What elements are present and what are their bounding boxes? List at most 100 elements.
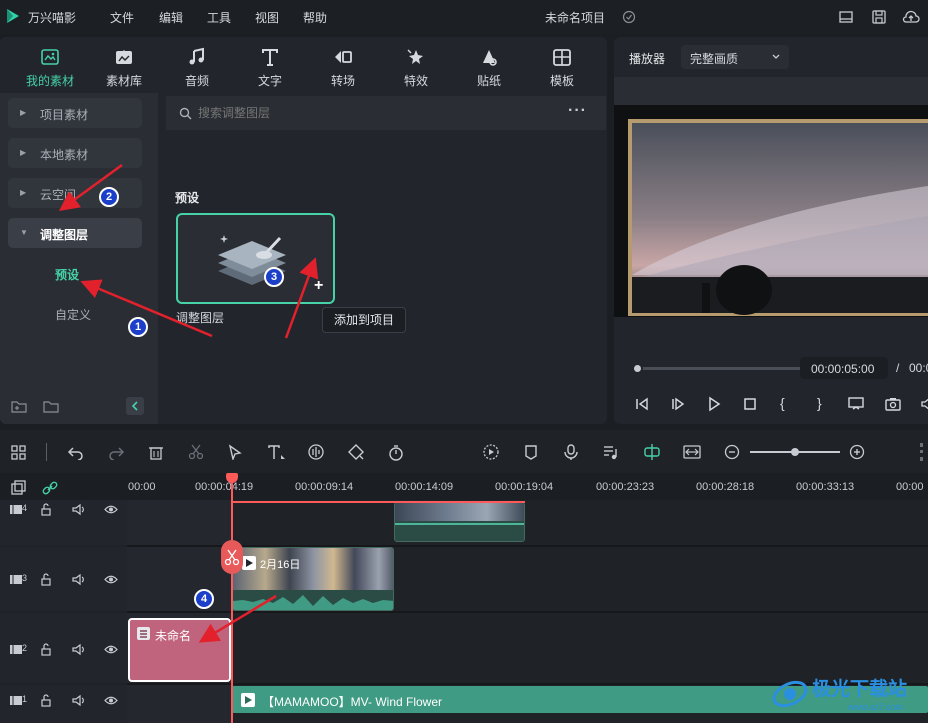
speaker-icon[interactable] [72, 643, 86, 656]
sidebar-item-label: 云空间 [40, 188, 77, 202]
mark-out-icon[interactable]: } [817, 395, 822, 411]
ruler-tick: 00:00 [896, 481, 924, 493]
next-frame-icon[interactable] [670, 396, 686, 412]
speaker-icon[interactable] [72, 573, 86, 586]
ruler-tick: 00:00 [128, 481, 156, 493]
sidebar-item-adjustment-layer[interactable]: ▼ 调整图层 [8, 218, 142, 248]
menu-help[interactable]: 帮助 [303, 9, 327, 26]
snap-magnet-icon[interactable] [642, 444, 662, 460]
tab-text[interactable]: 文字 [238, 43, 302, 93]
undo-icon[interactable] [67, 444, 85, 460]
add-track-icon[interactable] [10, 480, 26, 496]
save-icon[interactable] [871, 9, 887, 25]
playback-progress-track[interactable] [634, 367, 802, 370]
cut-icon[interactable] [187, 444, 205, 460]
menu-file[interactable]: 文件 [110, 9, 134, 26]
tab-label: 音频 [184, 74, 209, 88]
layout-icon[interactable] [838, 9, 854, 25]
annotation-badge-2: 2 [99, 187, 119, 207]
saved-check-icon [622, 10, 636, 24]
more-options-icon[interactable]: ··· [568, 102, 587, 120]
add-text-icon[interactable] [267, 444, 287, 460]
collapse-sidebar-button[interactable] [126, 397, 144, 415]
microphone-icon[interactable] [562, 444, 580, 460]
tab-sticker[interactable]: 贴纸 [457, 43, 521, 93]
crop-select-icon[interactable] [227, 444, 245, 460]
sidebar-item-project-media[interactable]: ▶ 项目素材 [8, 98, 142, 128]
total-time: 00:0 [909, 361, 928, 375]
display-settings-icon[interactable] [847, 396, 865, 412]
tab-label: 贴纸 [476, 74, 501, 88]
clip-audio-line [395, 523, 524, 525]
clip-label: 2月16日 [260, 559, 301, 571]
lock-icon[interactable] [40, 694, 52, 707]
sidebar-subitem-presets[interactable]: 预设 [55, 266, 79, 283]
watermark: 极光下载站 www.xz7.com [770, 672, 925, 720]
music-list-icon[interactable] [602, 444, 620, 460]
stop-icon[interactable] [742, 396, 758, 412]
tab-audio[interactable]: 音频 [165, 43, 229, 93]
new-folder-icon[interactable] [10, 398, 28, 414]
playhead-line[interactable] [231, 478, 233, 723]
menu-edit[interactable]: 编辑 [159, 9, 183, 26]
eye-icon[interactable] [104, 503, 118, 516]
marker-icon[interactable] [522, 444, 540, 460]
tab-my-media[interactable]: 我的素材 [18, 43, 82, 93]
sidebar-item-cloud[interactable]: ▶ 云空间 [8, 178, 142, 208]
speed-timer-icon[interactable] [387, 444, 405, 462]
fit-timeline-icon[interactable] [682, 444, 702, 460]
add-plus-icon[interactable]: + [314, 277, 323, 295]
current-time-field[interactable]: 00:00:05:00 [800, 357, 888, 379]
adjustment-layer-card[interactable]: + [176, 213, 335, 304]
eye-icon[interactable] [104, 643, 118, 656]
delete-icon[interactable] [147, 444, 165, 460]
zoom-in-icon[interactable] [849, 444, 867, 460]
lock-icon[interactable] [40, 503, 52, 516]
playback-scrubber-handle[interactable] [632, 363, 643, 374]
sidebar-subitem-custom[interactable]: 自定义 [55, 306, 91, 323]
track-4-clip[interactable] [394, 502, 525, 542]
play-icon[interactable] [706, 396, 722, 412]
tab-label: 转场 [330, 74, 355, 88]
tab-label: 模板 [549, 74, 574, 88]
track-divider [127, 611, 928, 613]
tab-transition[interactable]: 转场 [311, 43, 375, 93]
mark-in-icon[interactable]: { [780, 395, 785, 411]
audio-wave-icon[interactable] [307, 444, 325, 460]
split-scissors-button[interactable] [221, 540, 243, 574]
zoom-slider-handle[interactable] [791, 448, 799, 456]
eye-icon[interactable] [104, 573, 118, 586]
ruler-tick: 00:00:04:19 [195, 481, 254, 493]
folder-icon[interactable] [42, 398, 60, 414]
speaker-icon[interactable] [72, 694, 86, 707]
lock-icon[interactable] [40, 643, 52, 656]
snapshot-camera-icon[interactable] [884, 396, 902, 412]
search-bar: ··· [166, 96, 606, 130]
menu-tools[interactable]: 工具 [207, 9, 231, 26]
redo-icon[interactable] [107, 444, 125, 460]
timeline-ruler[interactable]: 00:00 00:00:04:19 00:00:09:14 00:00:14:0… [0, 473, 928, 500]
volume-icon[interactable] [920, 396, 928, 412]
multi-select-grid-icon[interactable] [10, 444, 28, 460]
zoom-out-icon[interactable] [724, 444, 742, 460]
track-3-video-clip[interactable]: 2月16日 [232, 547, 394, 611]
annotation-badge-1: 1 [128, 317, 148, 337]
speaker-icon[interactable] [72, 503, 86, 516]
eye-icon[interactable] [104, 694, 118, 707]
player-label: 播放器 [629, 52, 666, 66]
cloud-upload-icon[interactable] [902, 9, 920, 25]
search-input[interactable] [198, 104, 528, 122]
quality-dropdown[interactable]: 完整画质 [681, 45, 789, 69]
tab-stock-media[interactable]: 素材库 [92, 43, 156, 93]
previous-frame-icon[interactable] [634, 396, 650, 412]
keyframe-icon[interactable] [347, 444, 365, 460]
watermark-logo-icon [772, 680, 808, 708]
menu-view[interactable]: 视图 [255, 9, 279, 26]
lock-icon[interactable] [40, 573, 52, 586]
tab-effects[interactable]: 特效 [384, 43, 448, 93]
link-icon[interactable] [42, 480, 58, 496]
sidebar-item-local-media[interactable]: ▶ 本地素材 [8, 138, 142, 168]
render-preview-icon[interactable] [482, 444, 500, 460]
adjustment-layer-clip[interactable]: 未命名 [128, 618, 231, 682]
tab-template[interactable]: 模板 [530, 43, 594, 93]
